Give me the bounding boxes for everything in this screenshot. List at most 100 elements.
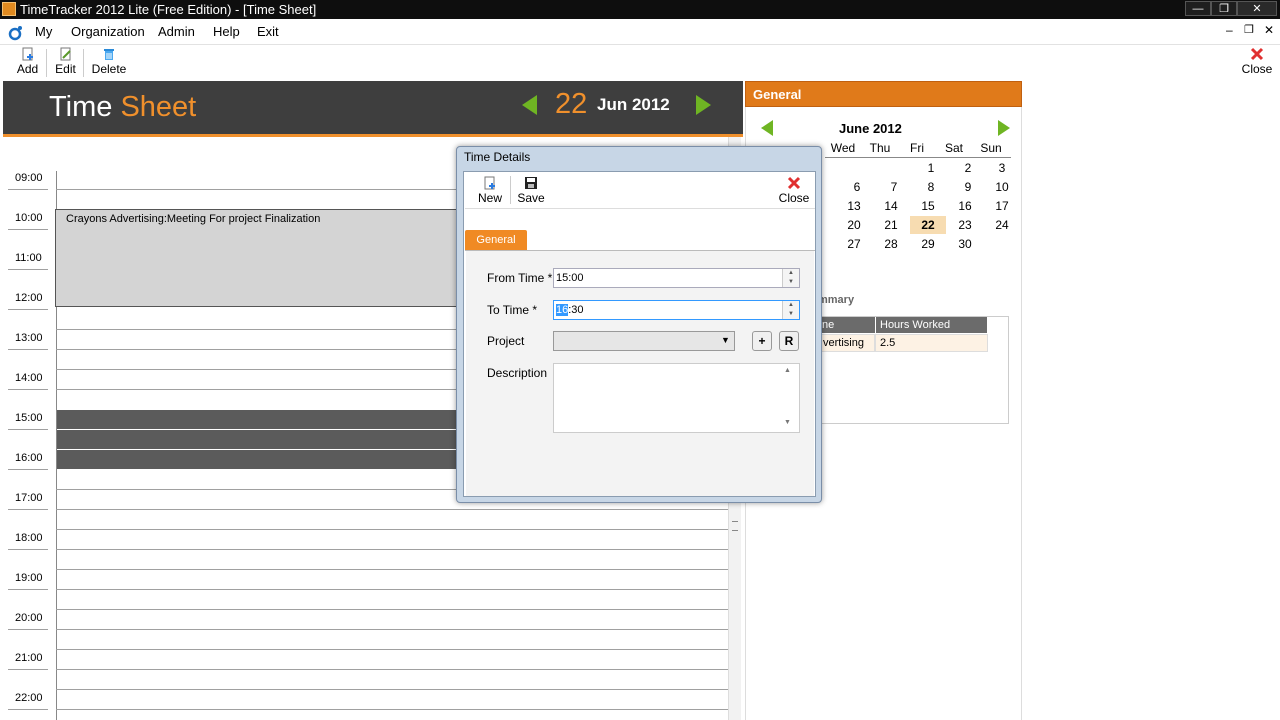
add-button[interactable]: Add	[15, 47, 40, 76]
appointment-block[interactable]: Crayons Advertising:Meeting For project …	[55, 209, 475, 307]
timesheet-header: Time Sheet 22 Jun 2012	[3, 81, 743, 134]
slot-line	[56, 669, 731, 670]
menu-my[interactable]: My	[35, 24, 52, 39]
calendar-day-selected[interactable]: 22	[910, 216, 946, 234]
calendar-day[interactable]: 30	[947, 235, 983, 253]
close-button[interactable]: Close	[1240, 47, 1274, 76]
app-logo-icon	[8, 26, 22, 41]
toolbar-separator	[83, 49, 84, 77]
hour-label: 18:00	[15, 532, 43, 544]
to-time-minutes: :30	[568, 304, 584, 316]
delete-button[interactable]: Delete	[91, 47, 127, 76]
calendar-day[interactable]: 16	[947, 197, 983, 215]
calendar-day[interactable]: 13	[836, 197, 872, 215]
delete-label: Delete	[91, 62, 127, 76]
chevron-down-icon: ▼	[721, 335, 730, 345]
from-time-spinner[interactable]: ▲ ▼	[782, 269, 799, 287]
project-label: Project	[487, 334, 525, 348]
scrollbar-grip-icon[interactable]	[732, 521, 738, 531]
calendar-day[interactable]: 23	[947, 216, 983, 234]
mdi-close-button[interactable]: ✕	[1264, 23, 1274, 37]
current-month-year: Jun 2012	[597, 95, 670, 114]
edit-button[interactable]: Edit	[53, 47, 78, 76]
calendar-day[interactable]: 10	[984, 178, 1020, 196]
calendar-day[interactable]: 29	[910, 235, 946, 253]
to-time-spinner[interactable]: ▲ ▼	[782, 301, 799, 319]
mdi-restore-button[interactable]: ❐	[1244, 23, 1254, 36]
hour-divider	[8, 309, 48, 310]
selected-time-block[interactable]	[57, 450, 477, 469]
minimize-button[interactable]: —	[1185, 1, 1211, 16]
refresh-project-button[interactable]: R	[779, 331, 799, 351]
hour-label: 19:00	[15, 572, 43, 584]
from-time-label: From Time *	[487, 271, 553, 285]
calendar-day[interactable]: 20	[836, 216, 872, 234]
edit-label: Edit	[55, 62, 76, 76]
hour-label: 11:00	[15, 252, 42, 264]
selected-time-block[interactable]	[57, 410, 477, 429]
summary-column-header: Hours Worked	[876, 317, 987, 333]
dialog-save-button[interactable]: Save	[517, 176, 545, 205]
calendar-day[interactable]: 21	[873, 216, 909, 234]
calendar-day-of-week: Wed	[830, 141, 856, 155]
from-time-field[interactable]: 15:00	[553, 268, 800, 288]
summary-column-header: ne	[818, 317, 875, 333]
calendar-day-of-week: Sat	[944, 141, 963, 155]
toolbar-separator	[46, 49, 47, 77]
scroll-down-icon[interactable]: ▼	[784, 419, 791, 426]
calendar-day[interactable]: 24	[984, 216, 1020, 234]
add-project-button[interactable]: +	[752, 331, 772, 351]
selected-time-block[interactable]	[57, 430, 477, 449]
next-day-arrow-icon[interactable]	[696, 95, 711, 115]
calendar-day[interactable]: 9	[950, 178, 986, 196]
calendar-day[interactable]: 27	[836, 235, 872, 253]
general-panel-header: General	[745, 81, 1022, 107]
window-close-button[interactable]: ✕	[1237, 1, 1277, 16]
previous-month-arrow-icon[interactable]	[761, 120, 773, 136]
mdi-minimize-button[interactable]: –	[1226, 23, 1233, 37]
close-label: Close	[1241, 62, 1273, 76]
hour-divider	[8, 669, 48, 670]
hour-divider	[8, 709, 48, 710]
hour-divider	[8, 629, 48, 630]
dialog-close-button[interactable]: Close	[778, 176, 810, 205]
previous-day-arrow-icon[interactable]	[522, 95, 537, 115]
calendar-day[interactable]: 6	[839, 178, 875, 196]
hour-label: 09:00	[15, 172, 43, 184]
trash-icon	[104, 49, 114, 60]
hour-divider	[8, 349, 48, 350]
dialog-save-label: Save	[517, 191, 545, 205]
calendar-day[interactable]: 2	[950, 159, 986, 177]
slot-line	[56, 709, 731, 710]
dialog-toolbar-separator	[510, 176, 511, 204]
current-day: 22	[555, 88, 588, 120]
slot-line	[56, 569, 731, 570]
to-time-selected-hour: 16	[556, 304, 569, 316]
menu-exit[interactable]: Exit	[257, 24, 279, 39]
calendar-day[interactable]: 14	[873, 197, 909, 215]
calendar-day[interactable]: 3	[984, 159, 1020, 177]
main-toolbar: Add Edit Delete Close	[0, 45, 1280, 80]
calendar-day[interactable]: 8	[913, 178, 949, 196]
next-month-arrow-icon[interactable]	[998, 120, 1010, 136]
calendar-day[interactable]: 17	[984, 197, 1020, 215]
menu-organization[interactable]: Organization	[71, 24, 145, 39]
restore-button[interactable]: ❐	[1211, 1, 1237, 16]
tab-general[interactable]: General	[465, 230, 527, 250]
hour-label: 22:00	[15, 692, 43, 704]
menu-admin[interactable]: Admin	[158, 24, 195, 39]
dialog-new-label: New	[477, 191, 502, 205]
calendar-day[interactable]: 1	[913, 159, 949, 177]
summary-cell: 2.5	[875, 334, 988, 352]
description-textarea[interactable]: ▲ ▼	[553, 363, 800, 433]
scroll-up-icon[interactable]: ▲	[784, 367, 791, 374]
calendar-day[interactable]: 28	[873, 235, 909, 253]
hour-divider	[8, 509, 48, 510]
calendar-day[interactable]: 7	[876, 178, 912, 196]
dialog-new-button[interactable]: New	[477, 176, 503, 205]
menu-help[interactable]: Help	[213, 24, 240, 39]
calendar-day[interactable]: 15	[910, 197, 946, 215]
project-select[interactable]: ▼	[553, 331, 735, 351]
to-time-field[interactable]: 16:30	[553, 300, 800, 320]
hour-label: 15:00	[15, 412, 43, 424]
